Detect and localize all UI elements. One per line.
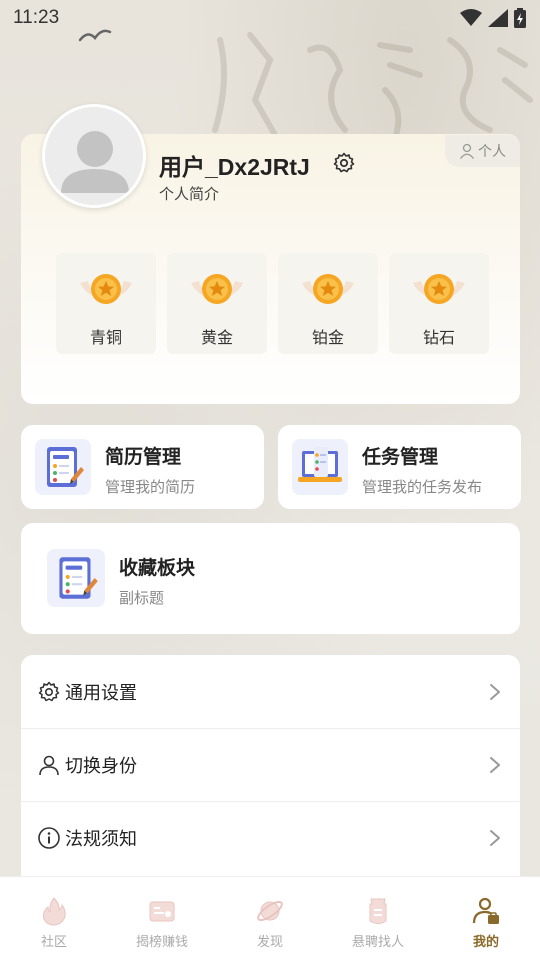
medal-icon: [413, 274, 465, 304]
battery-icon: [514, 8, 526, 28]
level-label: 铂金: [311, 328, 344, 347]
menu-item-label: 切换身份: [65, 755, 137, 777]
task-card-subtitle: 管理我的任务发布: [362, 478, 483, 496]
wifi-icon: [460, 9, 482, 26]
nav-label: 揭榜赚钱: [135, 935, 188, 950]
menu-item-label: 通用设置: [65, 682, 137, 704]
resume-card-subtitle: 管理我的简历: [105, 478, 196, 496]
favorites-card-title: 收藏板块: [119, 557, 196, 579]
nav-item-hiring[interactable]: 悬聘找人: [324, 877, 432, 960]
chevron-right-icon: [490, 756, 500, 773]
level-badge-bronze[interactable]: 青铜: [56, 253, 156, 354]
person-badge-icon: [472, 897, 499, 924]
level-badge-platinum[interactable]: 铂金: [278, 253, 378, 354]
favorites-card[interactable]: 收藏板块 副标题: [21, 523, 520, 634]
flame-icon: [43, 897, 66, 926]
username[interactable]: 用户_Dx2JRtJ: [159, 148, 310, 182]
resume-management-card[interactable]: 简历管理 管理我的简历: [21, 425, 264, 509]
profile-bio[interactable]: 个人简介: [159, 183, 219, 204]
menu-item-label: 法规须知: [65, 828, 137, 850]
avatar[interactable]: [42, 104, 146, 208]
scroll-icon: [369, 898, 387, 924]
planet-icon: [257, 900, 283, 922]
nav-label: 社区: [40, 935, 67, 950]
level-label: 黄金: [200, 328, 233, 347]
bottom-nav: 社区 揭榜赚钱 发现 悬聘找人 我的: [0, 876, 540, 960]
task-card-title: 任务管理: [362, 446, 439, 468]
calligraphy-art: [180, 20, 540, 150]
status-time: 11:23: [13, 7, 60, 28]
menu-item-general-settings[interactable]: 通用设置: [21, 655, 520, 728]
medal-icon: [191, 274, 243, 304]
nav-label: 我的: [472, 935, 499, 950]
task-laptop-icon: [292, 439, 348, 495]
nav-label: 发现: [256, 935, 283, 950]
status-bar: 11:23: [0, 0, 540, 38]
medal-icon: [80, 274, 132, 304]
chevron-right-icon: [490, 829, 500, 846]
level-badges: 青铜 黄金 铂金 钻石: [56, 253, 489, 354]
user-icon: [39, 755, 59, 775]
ticket-icon: [149, 901, 175, 922]
chevron-right-icon: [490, 683, 500, 700]
level-label: 青铜: [89, 328, 122, 347]
persona-switch-tag[interactable]: 个人: [445, 135, 520, 167]
signal-icon: [488, 9, 508, 27]
nav-label: 悬聘找人: [351, 935, 404, 950]
favorites-document-icon: [47, 549, 105, 607]
menu-item-regulations[interactable]: 法规须知: [21, 801, 520, 874]
persona-tag-label: 个人: [478, 144, 506, 160]
info-icon: [38, 826, 60, 849]
nav-item-mine[interactable]: 我的: [432, 877, 540, 960]
resume-document-icon: [35, 439, 91, 495]
person-outline-icon: [459, 143, 475, 159]
profile-settings-gear-icon[interactable]: [332, 151, 356, 175]
level-badge-gold[interactable]: 黄金: [167, 253, 267, 354]
resume-card-title: 简历管理: [105, 446, 182, 468]
level-label: 钻石: [422, 328, 455, 347]
gear-icon: [38, 681, 60, 701]
nav-item-discover[interactable]: 发现: [216, 877, 324, 960]
favorites-card-subtitle: 副标题: [119, 589, 165, 607]
level-badge-diamond[interactable]: 钻石: [389, 253, 489, 354]
nav-item-bounty[interactable]: 揭榜赚钱: [108, 877, 216, 960]
nav-item-community[interactable]: 社区: [0, 877, 108, 960]
status-icons: [460, 8, 526, 28]
task-management-card[interactable]: 任务管理 管理我的任务发布: [278, 425, 521, 509]
settings-menu: 通用设置 切换身份 法规须知: [21, 655, 520, 895]
menu-item-switch-identity[interactable]: 切换身份: [21, 728, 520, 801]
medal-icon: [302, 274, 354, 304]
